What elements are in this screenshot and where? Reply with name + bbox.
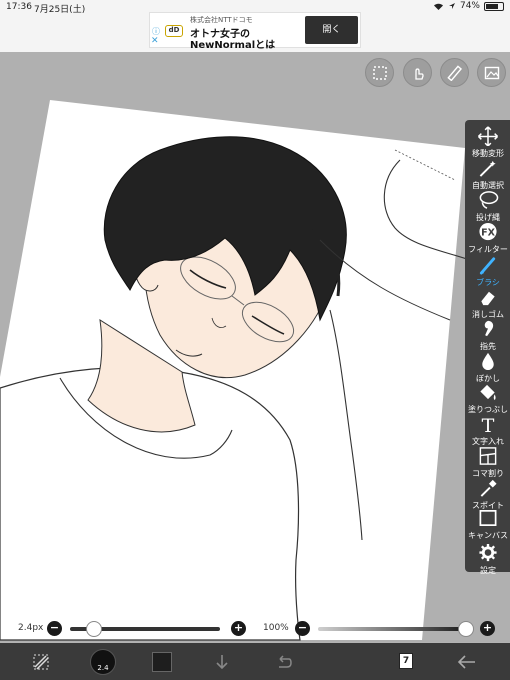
slider-bar: 2.4px − + 100% − + — [0, 615, 510, 643]
canvas-icon — [479, 510, 497, 526]
opacity-slider[interactable] — [318, 627, 468, 631]
fx-icon: FX — [479, 222, 497, 241]
bottom-bar: 2.4 — [0, 643, 510, 680]
ruler-icon — [446, 64, 462, 81]
brush-size-button[interactable]: 2.4 — [88, 647, 118, 677]
lasso-icon — [479, 191, 499, 209]
drawing-canvas[interactable] — [0, 52, 510, 642]
opacity-minus-button[interactable]: − — [295, 621, 310, 636]
brush-preview-icon: 2.4 — [90, 649, 116, 675]
brush-size-label: 2.4px — [18, 623, 44, 633]
opacity-plus-button[interactable]: + — [480, 621, 495, 636]
brush-icon — [479, 257, 496, 275]
finger-icon — [484, 320, 494, 337]
ruler-button[interactable] — [440, 58, 469, 87]
eyedropper-icon — [480, 479, 497, 497]
back-button[interactable] — [452, 647, 482, 677]
color-button[interactable] — [147, 647, 177, 677]
brush-size-value: 2.4 — [97, 664, 109, 672]
image-icon — [484, 66, 499, 79]
battery-percent: 74% — [459, 1, 480, 11]
ad-close-icon[interactable]: ✕ — [151, 36, 159, 46]
layer-count-badge: 7 — [399, 653, 413, 669]
location-icon — [448, 3, 455, 9]
tool-palette: 移動変形 自動選択 投げ縄 FX フィルター ブラシ 消しゴム 指先 ぼかし 塗りつぶし T 文字入れ… — [465, 120, 510, 575]
ad-company: 株式会社NTTドコモ — [190, 16, 253, 24]
text-icon: T — [482, 415, 495, 434]
opacity-knob[interactable] — [458, 621, 474, 637]
docomo-logo: dD — [165, 25, 183, 37]
svg-text:T: T — [482, 415, 495, 434]
ad-headline-2: NewNormalとは — [190, 40, 276, 51]
wifi-icon — [433, 3, 443, 10]
ad-open-button[interactable]: 開く — [305, 16, 358, 44]
workspace[interactable] — [0, 52, 510, 642]
brush-size-plus-button[interactable]: + — [231, 621, 246, 636]
move-icon — [477, 126, 499, 146]
image-button[interactable] — [477, 58, 506, 87]
hand-button[interactable] — [403, 58, 432, 87]
tool-gear[interactable]: 設定 — [465, 540, 510, 584]
current-color-swatch — [152, 652, 172, 672]
undo-icon — [279, 655, 292, 668]
brush-size-knob[interactable] — [85, 621, 102, 637]
blur-icon — [482, 352, 494, 371]
download-button[interactable] — [207, 647, 237, 677]
quick-menu-button[interactable] — [26, 647, 56, 677]
tool-label: 設定 — [480, 566, 496, 575]
undo-button[interactable] — [269, 647, 299, 677]
brush-size-minus-button[interactable]: − — [47, 621, 62, 636]
frame-icon — [479, 447, 497, 465]
status-right: 74% — [433, 1, 504, 11]
selection-button[interactable] — [365, 58, 394, 87]
selection-icon — [372, 65, 387, 80]
magic-wand-icon — [479, 160, 496, 177]
hand-icon — [414, 67, 424, 80]
eraser-icon — [481, 291, 495, 306]
hand-draw-icon — [33, 654, 49, 670]
battery-icon — [484, 1, 504, 11]
opacity-label: 100% — [263, 623, 289, 633]
back-arrow-icon — [457, 655, 475, 669]
svg-text:FX: FX — [481, 227, 496, 238]
down-arrow-icon — [216, 655, 228, 670]
clock: 17:36 — [6, 2, 32, 12]
ad-banner[interactable]: ⓘ ✕ dD 株式会社NTTドコモ オトナ女子の NewNormalとは 開く — [149, 12, 361, 51]
gear-icon — [479, 543, 497, 562]
bucket-icon — [480, 384, 496, 401]
